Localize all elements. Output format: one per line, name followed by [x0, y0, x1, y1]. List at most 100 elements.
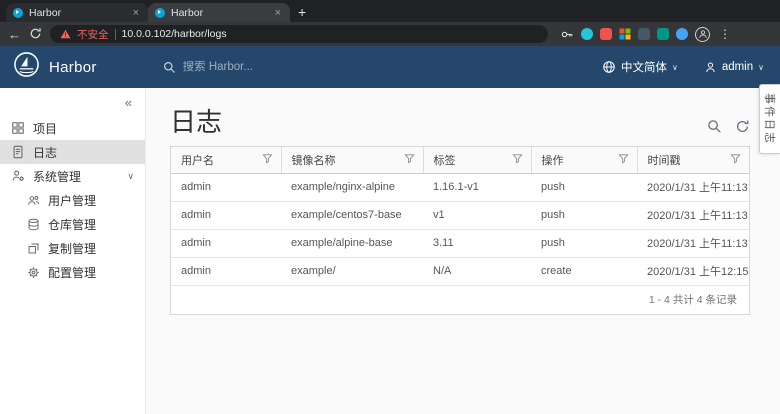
sidebar-item-label: 复制管理	[48, 240, 96, 257]
col-header-timestamp: 时间戳	[637, 147, 749, 174]
cell-tag: 1.16.1-v1	[423, 173, 531, 201]
cell-timestamp: 2020/1/31 上午11:13	[637, 173, 749, 201]
new-tab-button[interactable]: +	[298, 5, 306, 19]
search-icon	[707, 119, 722, 134]
sidebar: « 项目	[0, 88, 146, 414]
projects-grid-icon	[11, 121, 25, 135]
url-separator	[115, 29, 116, 40]
cell-image-name: example/centos7-base	[281, 201, 423, 229]
table-refresh-button[interactable]	[735, 119, 750, 134]
extension-icon-2[interactable]	[600, 28, 612, 40]
cell-operation: push	[531, 229, 637, 257]
sidebar-item-label: 项目	[33, 120, 57, 137]
browser-profile-avatar[interactable]	[695, 27, 710, 42]
cell-operation: push	[531, 173, 637, 201]
users-icon	[27, 194, 40, 207]
cell-timestamp: 2020/1/31 上午11:13	[637, 201, 749, 229]
table-header-row: 用户名 镜像名称	[171, 147, 749, 174]
tab-close-icon[interactable]: ×	[273, 7, 283, 19]
extension-icon-5[interactable]	[657, 28, 669, 40]
sidebar-item-label: 系统管理	[33, 168, 81, 185]
event-log-side-tab[interactable]: 事件日志	[759, 84, 780, 154]
cell-image-name: example/alpine-base	[281, 229, 423, 257]
logs-table: 用户名 镜像名称	[171, 147, 749, 286]
cell-operation: push	[531, 201, 637, 229]
back-button[interactable]: ←	[8, 28, 21, 41]
filter-icon[interactable]	[262, 153, 273, 167]
admin-user-gear-icon	[11, 169, 25, 183]
cell-image-name: example/	[281, 257, 423, 285]
sidebar-item-configuration-management[interactable]: 配置管理	[0, 260, 145, 284]
filter-icon[interactable]	[404, 153, 415, 167]
extension-icon-1[interactable]	[581, 28, 593, 40]
security-warning-label: 不安全	[77, 27, 109, 42]
harbor-header: Harbor 中文简体 ∨ admin ∨	[0, 46, 780, 88]
cell-username: admin	[171, 201, 281, 229]
col-header-username: 用户名	[171, 147, 281, 174]
global-search[interactable]	[163, 61, 602, 74]
sidebar-item-label: 日志	[33, 144, 57, 161]
main-content: 日志	[146, 88, 780, 414]
cell-timestamp: 2020/1/31 上午12:15	[637, 257, 749, 285]
filter-icon[interactable]	[512, 153, 523, 167]
table-row: admin example/nginx-alpine 1.16.1-v1 pus…	[171, 173, 749, 201]
cell-username: admin	[171, 229, 281, 257]
refresh-button[interactable]	[29, 27, 42, 42]
refresh-icon	[735, 119, 750, 134]
toolbar-icons: ⋮	[560, 27, 733, 42]
chevron-down-icon: ∨	[672, 63, 678, 72]
sidebar-item-user-management[interactable]: 用户管理	[0, 188, 145, 212]
sidebar-item-logs[interactable]: 日志	[0, 140, 145, 164]
browser-window: Harbor × Harbor × + ← 不安全 10.0.0.10	[0, 0, 780, 414]
registry-database-icon	[27, 218, 40, 231]
url-text: 10.0.0.102/harbor/logs	[122, 28, 227, 40]
harbor-favicon-icon	[13, 8, 23, 18]
pagination-summary: 1 - 4 共计 4 条记录	[171, 286, 749, 314]
search-input[interactable]	[183, 61, 403, 73]
address-bar[interactable]: 不安全 10.0.0.102/harbor/logs	[50, 25, 548, 43]
cell-tag: N/A	[423, 257, 531, 285]
harbor-logo[interactable]	[13, 51, 40, 83]
browser-tab-2[interactable]: Harbor ×	[148, 3, 290, 22]
browser-menu-icon[interactable]: ⋮	[717, 28, 733, 40]
filter-icon[interactable]	[730, 153, 741, 167]
extension-icon-3[interactable]	[619, 28, 631, 40]
search-icon	[163, 61, 176, 74]
extension-icon-6[interactable]	[676, 28, 688, 40]
sidebar-collapse-button[interactable]: «	[125, 95, 132, 110]
sidebar-item-administration[interactable]: 系统管理 ∨	[0, 164, 145, 188]
globe-icon	[602, 60, 616, 74]
cell-username: admin	[171, 173, 281, 201]
sidebar-item-replication-management[interactable]: 复制管理	[0, 236, 145, 260]
page-title: 日志	[170, 108, 222, 137]
language-selector[interactable]: 中文简体 ∨	[602, 59, 678, 75]
user-icon	[704, 61, 717, 74]
cell-username: admin	[171, 257, 281, 285]
col-header-image-name: 镜像名称	[281, 147, 423, 174]
col-header-operation: 操作	[531, 147, 637, 174]
sidebar-item-registry-management[interactable]: 仓库管理	[0, 212, 145, 236]
refresh-icon	[29, 27, 42, 40]
cell-timestamp: 2020/1/31 上午11:13	[637, 229, 749, 257]
browser-tab-1[interactable]: Harbor ×	[6, 3, 148, 22]
language-label: 中文简体	[621, 59, 667, 75]
page-body: « 项目	[0, 88, 780, 414]
sidebar-item-projects[interactable]: 项目	[0, 116, 145, 140]
sidebar-item-label: 仓库管理	[48, 216, 96, 233]
extension-icon-4[interactable]	[638, 28, 650, 40]
tab-title: Harbor	[29, 7, 125, 19]
chevron-expand-icon[interactable]: ∨	[127, 171, 134, 182]
table-search-button[interactable]	[707, 119, 722, 134]
table-row: admin example/ N/A create 2020/1/31 上午12…	[171, 257, 749, 285]
gear-icon	[27, 266, 40, 279]
cell-operation: create	[531, 257, 637, 285]
filter-icon[interactable]	[618, 153, 629, 167]
browser-tabstrip: Harbor × Harbor × +	[0, 0, 780, 22]
tab-close-icon[interactable]: ×	[131, 7, 141, 19]
user-menu[interactable]: admin ∨	[704, 61, 764, 74]
table-actions	[707, 119, 750, 137]
table-row: admin example/alpine-base 3.11 push 2020…	[171, 229, 749, 257]
chevron-down-icon: ∨	[758, 63, 764, 72]
password-key-icon[interactable]	[560, 28, 574, 41]
username-label: admin	[722, 61, 753, 73]
